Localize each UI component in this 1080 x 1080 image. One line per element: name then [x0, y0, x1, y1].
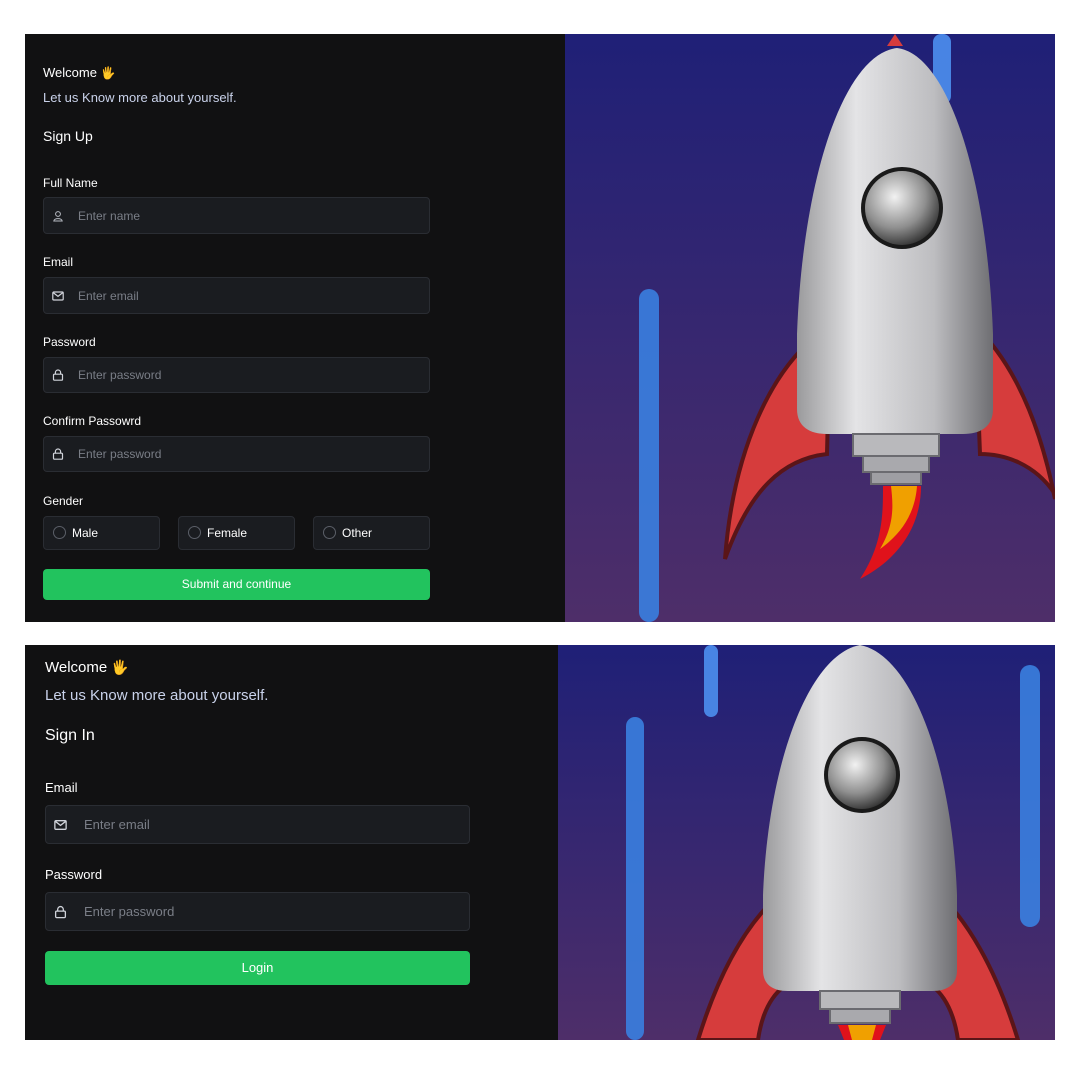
password-label: Password — [45, 867, 103, 882]
signin-panel: Welcome 🖐 Let us Know more about yoursel… — [25, 645, 1055, 1040]
signin-form: Welcome 🖐 Let us Know more about yoursel… — [25, 645, 558, 1040]
gender-option-male[interactable]: Male — [43, 516, 160, 550]
welcome-text: Welcome 🖐 — [45, 659, 129, 676]
lock-icon — [52, 369, 64, 381]
gender-option-female[interactable]: Female — [178, 516, 295, 550]
lock-icon — [54, 905, 67, 918]
subtitle: Let us Know more about yourself. — [45, 687, 269, 704]
mail-icon — [52, 290, 64, 301]
password-label: Password — [43, 335, 96, 349]
subtitle: Let us Know more about yourself. — [43, 90, 237, 105]
email-field[interactable] — [45, 805, 470, 844]
email-label: Email — [45, 780, 78, 795]
radio-circle-icon[interactable] — [188, 526, 201, 539]
gender-option-label: Female — [207, 526, 248, 540]
password-input[interactable] — [78, 358, 419, 392]
signup-panel: Welcome 🖐 Let us Know more about yoursel… — [25, 34, 1055, 622]
rocket-illustration — [565, 34, 1055, 622]
rocket-illustration — [558, 645, 1055, 1040]
form-heading: Sign In — [45, 727, 95, 744]
lock-icon — [52, 448, 64, 460]
confirm-password-input[interactable] — [78, 437, 419, 471]
gender-option-label: Male — [72, 526, 99, 540]
password-field[interactable] — [45, 892, 470, 931]
wave-emoji-icon: 🖐 — [111, 659, 129, 675]
password-field[interactable] — [43, 357, 430, 393]
password-input[interactable] — [84, 893, 459, 930]
email-field[interactable] — [43, 277, 430, 314]
login-button[interactable]: Login — [45, 951, 470, 985]
gender-label: Gender — [43, 494, 84, 508]
signup-form: Welcome 🖐 Let us Know more about yoursel… — [25, 34, 565, 622]
radio-circle-icon[interactable] — [323, 526, 336, 539]
full-name-label: Full Name — [43, 176, 98, 190]
full-name-input[interactable] — [78, 198, 419, 233]
email-input[interactable] — [84, 806, 459, 843]
form-heading: Sign Up — [43, 128, 93, 144]
confirm-password-field[interactable] — [43, 436, 430, 472]
gender-option-other[interactable]: Other — [313, 516, 430, 550]
email-input[interactable] — [78, 278, 419, 313]
full-name-field[interactable] — [43, 197, 430, 234]
gender-option-label: Other — [342, 526, 373, 540]
welcome-text: Welcome 🖐 — [43, 65, 116, 80]
confirm-password-label: Confirm Passowrd — [43, 414, 142, 428]
mail-icon — [54, 819, 67, 830]
submit-button[interactable]: Submit and continue — [43, 569, 430, 600]
wave-emoji-icon: 🖐 — [100, 66, 116, 80]
radio-circle-icon[interactable] — [53, 526, 66, 539]
email-label: Email — [43, 255, 74, 269]
user-icon — [52, 210, 64, 222]
